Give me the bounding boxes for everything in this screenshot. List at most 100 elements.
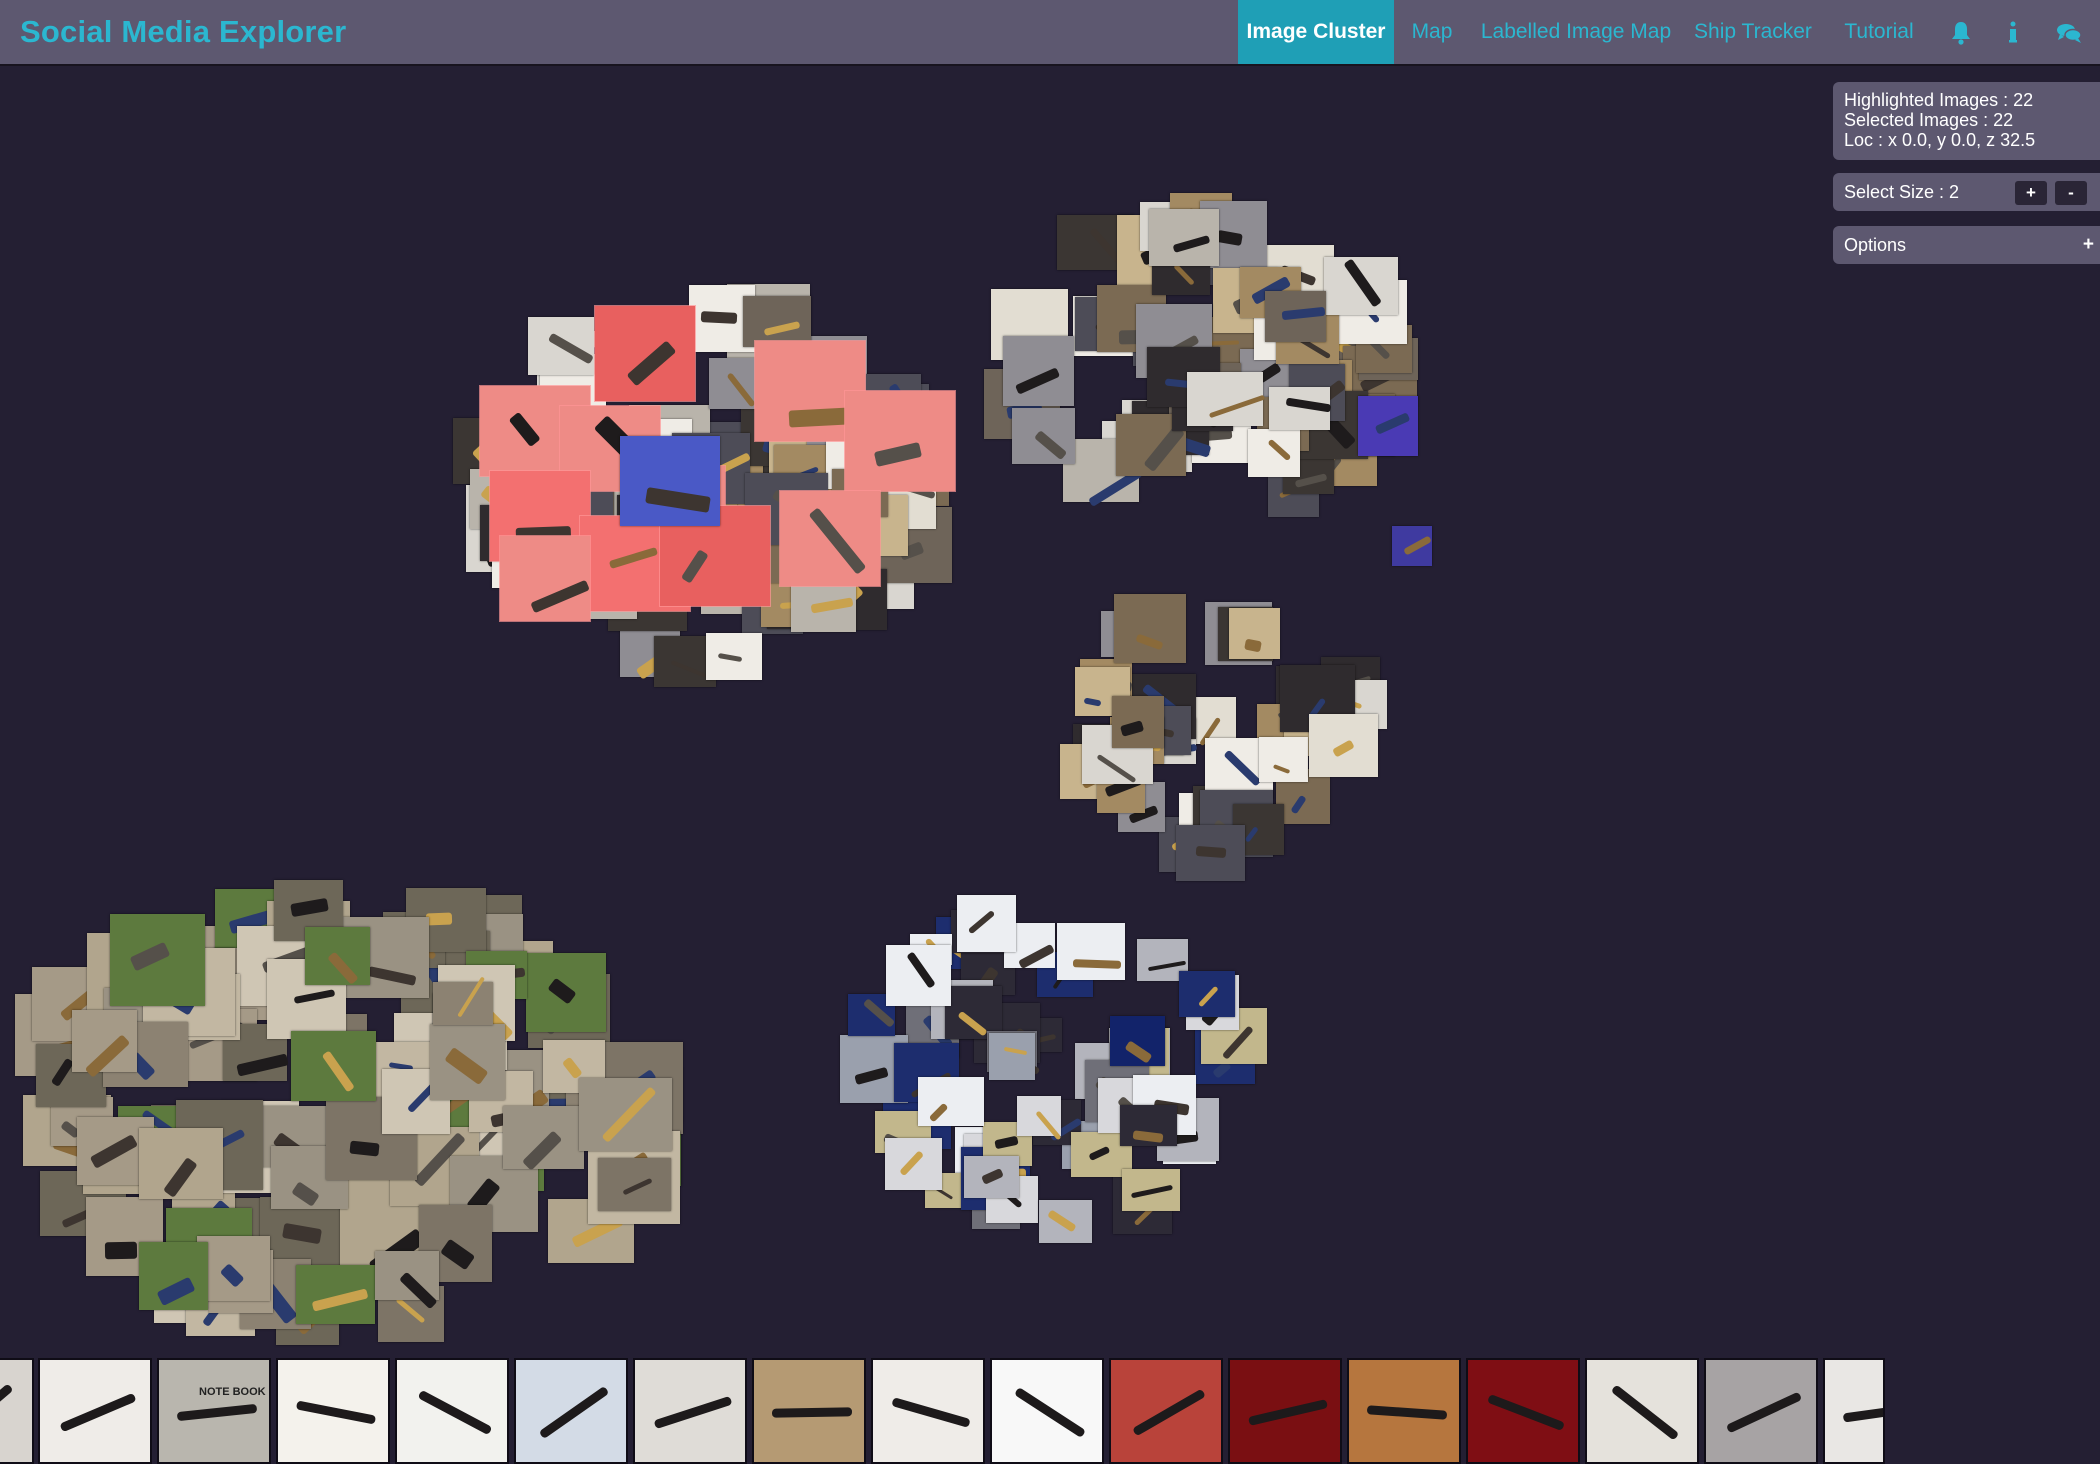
cluster-thumbnail[interactable] [139, 1242, 208, 1310]
cluster-thumbnail[interactable] [885, 1138, 942, 1190]
cluster-thumbnail[interactable] [957, 895, 1016, 952]
strip-thumbnail-pen-on-stand[interactable] [1228, 1358, 1342, 1464]
strip-thumbnail-pen-and-nibs[interactable] [514, 1358, 628, 1464]
cluster-thumbnail[interactable] [1269, 387, 1332, 430]
cluster-thumbnail[interactable] [791, 585, 856, 632]
thumbnail-subject [1131, 1184, 1174, 1199]
cluster-thumbnail[interactable] [1017, 1096, 1062, 1141]
thumbnail-subject [1374, 412, 1410, 435]
options-expand-icon[interactable]: + [2083, 226, 2094, 264]
cluster-thumbnail[interactable] [1176, 825, 1245, 881]
info-icon[interactable] [2006, 0, 2026, 64]
cluster-thumbnail[interactable] [989, 1033, 1035, 1080]
cluster-thumbnail[interactable] [964, 1156, 1019, 1198]
cluster-thumbnail[interactable] [1392, 526, 1433, 566]
cluster-thumbnail[interactable] [375, 1251, 439, 1309]
strip-thumbnail-pen-partial-right[interactable] [1823, 1358, 1885, 1464]
cluster-thumbnail[interactable] [886, 945, 951, 1006]
strip-thumbnail-silver-pen-wood[interactable] [1347, 1358, 1461, 1464]
cluster-thumbnail[interactable] [743, 296, 811, 347]
image-cluster-canvas[interactable] [0, 66, 2100, 1356]
thumbnail-subject [1243, 638, 1262, 653]
cluster-thumbnail[interactable] [1248, 429, 1300, 477]
cluster-thumbnail[interactable] [1187, 372, 1266, 426]
tab-tutorial[interactable]: Tutorial [1830, 0, 1928, 64]
cluster-thumbnail[interactable] [1112, 696, 1164, 748]
tab-ship-tracker[interactable]: Ship Tracker [1690, 0, 1816, 64]
cluster-thumbnail[interactable] [500, 536, 590, 621]
cluster-thumbnail[interactable] [1259, 737, 1308, 782]
strip-thumbnail-pen-burgundy[interactable] [38, 1358, 152, 1464]
select-size-label: Select Size : 2 [1844, 182, 1960, 202]
cluster-thumbnail[interactable] [1039, 1200, 1092, 1243]
cluster-thumbnail[interactable] [918, 1077, 984, 1126]
cluster-thumbnail[interactable] [780, 491, 880, 586]
cluster-thumbnail[interactable] [1122, 1169, 1180, 1211]
thumbnail-subject [289, 897, 329, 917]
strip-thumbnail-subject [176, 1403, 258, 1422]
tab-map[interactable]: Map [1402, 0, 1462, 64]
tab-labelled-image-map[interactable]: Labelled Image Map [1476, 0, 1676, 64]
select-size-plus-button[interactable]: + [2015, 181, 2047, 205]
thumbnail-subject [601, 1085, 657, 1143]
thumbnail-subject [1223, 749, 1261, 787]
cluster-thumbnail[interactable] [1114, 594, 1186, 663]
cluster-thumbnail[interactable] [503, 1106, 584, 1171]
strip-thumbnail-pen-partial[interactable] [0, 1358, 34, 1464]
thumbnail-subject [89, 1133, 139, 1169]
strip-thumbnail-subject [653, 1395, 733, 1430]
cluster-thumbnail[interactable] [139, 1128, 223, 1199]
cluster-thumbnail[interactable] [305, 927, 370, 986]
cluster-thumbnail[interactable] [845, 391, 955, 491]
strip-thumbnail-colored-pens[interactable] [752, 1358, 866, 1464]
strip-thumbnail-fountain-pens-set[interactable] [633, 1358, 747, 1464]
cluster-thumbnail[interactable] [1265, 291, 1326, 342]
thumbnail-subject [367, 965, 417, 986]
cluster-thumbnail[interactable] [1012, 408, 1075, 464]
select-size-minus-button[interactable]: - [2055, 181, 2087, 205]
cluster-thumbnail[interactable] [528, 317, 594, 375]
strip-thumbnail-black-pen-white[interactable] [990, 1358, 1104, 1464]
app-title[interactable]: Social Media Explorer [20, 0, 346, 64]
options-panel[interactable]: Options + [1833, 226, 2100, 264]
strip-thumbnail-handwritten-letter[interactable] [276, 1358, 390, 1464]
cluster-thumbnail[interactable] [1309, 714, 1378, 777]
cluster-thumbnail[interactable] [1324, 257, 1398, 315]
strip-thumbnail-gold-pen-grey[interactable] [1704, 1358, 1818, 1464]
cluster-thumbnail[interactable] [296, 1265, 375, 1324]
highlighted-count: Highlighted Images : 22 [1844, 90, 2034, 110]
cluster-thumbnail[interactable] [1057, 923, 1125, 980]
cluster-thumbnail[interactable] [595, 306, 695, 401]
cluster-thumbnail[interactable] [1149, 209, 1219, 266]
tab-image-cluster[interactable]: Image Cluster [1238, 0, 1394, 64]
cluster-thumbnail[interactable] [1358, 396, 1418, 456]
cluster-thumbnail[interactable] [1179, 971, 1235, 1017]
strip-thumbnail-pen-stand-red[interactable] [1466, 1358, 1580, 1464]
cluster-thumbnail[interactable] [1110, 1016, 1165, 1066]
strip-thumbnail-nib-closeup[interactable] [1585, 1358, 1699, 1464]
cluster-thumbnail[interactable] [1229, 608, 1280, 659]
chat-icon[interactable] [2056, 0, 2084, 64]
thumbnail-subject [561, 1056, 583, 1079]
strip-thumbnail-notebook-pen[interactable]: NOTE BOOK [157, 1358, 271, 1464]
cluster-thumbnail[interactable] [1120, 1105, 1177, 1146]
thumbnail-subject [994, 1135, 1019, 1150]
cluster-thumbnail[interactable] [291, 1031, 376, 1101]
cluster-thumbnail[interactable] [620, 436, 720, 526]
cluster-thumbnail[interactable] [1003, 336, 1074, 406]
bell-icon[interactable] [1950, 0, 1974, 64]
strip-thumbnail-gold-pen[interactable] [395, 1358, 509, 1464]
thumbnail-subject [1343, 258, 1383, 309]
thumbnail-subject [1295, 472, 1329, 488]
cluster-thumbnail[interactable] [579, 1078, 672, 1151]
cluster-thumbnail[interactable] [598, 1158, 671, 1211]
cluster-thumbnail[interactable] [110, 914, 205, 1006]
cluster-thumbnail[interactable] [433, 976, 493, 1025]
cluster-thumbnail[interactable] [706, 633, 762, 680]
strip-thumbnail-black-pen[interactable] [871, 1358, 985, 1464]
cluster-thumbnail[interactable] [430, 1024, 505, 1100]
strip-thumbnail-subject [1366, 1405, 1448, 1420]
strip-thumbnail-red-pen[interactable] [1109, 1358, 1223, 1464]
cluster-thumbnail[interactable] [72, 1010, 137, 1078]
cluster-thumbnail[interactable] [526, 953, 606, 1032]
